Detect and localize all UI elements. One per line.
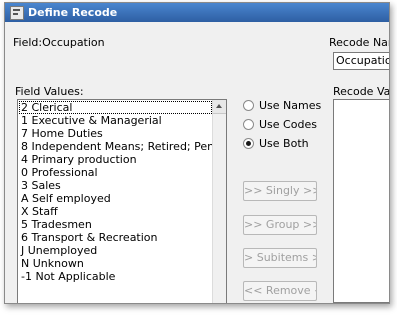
use-names-radio[interactable] [243,100,254,111]
scroll-up-arrow-icon[interactable] [213,100,226,114]
define-recode-window: Define Recode Field:Occupation Recode Na… [4,2,390,304]
field-value-item[interactable]: 0 Professional [19,166,212,179]
recode-values-label: Recode Values [333,85,389,98]
use-both-label: Use Both [259,137,309,150]
field-value-item[interactable]: X Staff [19,205,212,218]
field-values-list[interactable]: 2 Clerical 1 Executive & Managerial 7 Home… [17,99,227,303]
remove-button[interactable]: << Remove << [243,281,317,301]
field-value-item[interactable]: -1 Not Applicable [19,270,212,283]
field-value-item[interactable]: 7 Home Duties [19,127,212,140]
recode-values-list[interactable] [333,99,389,303]
field-value-item[interactable]: 3 Sales [19,179,212,192]
field-values-label: Field Values: [15,85,84,98]
use-codes-label: Use Codes [259,118,317,131]
field-value: Occupation [42,36,105,49]
field-value-item[interactable]: J Unemployed [19,244,212,257]
singly-button[interactable]: >> Singly >> [243,181,317,201]
use-both-radio[interactable] [243,138,254,149]
field-value-item[interactable]: 2 Clerical [19,101,212,114]
field-label: Field:Occupation [13,36,105,49]
subitems-button[interactable]: > Subitems > [243,248,317,268]
field-value-item[interactable]: A Self employed [19,192,212,205]
use-codes-radio[interactable] [243,119,254,130]
dialog-icon [10,6,24,20]
field-value-item[interactable]: N Unknown [19,257,212,270]
field-value-item[interactable]: 4 Primary production [19,153,212,166]
field-value-item[interactable]: 8 Independent Means; Retired; Pensioner [19,140,212,153]
use-names-label: Use Names [259,99,322,112]
field-value-item[interactable]: 5 Tradesmen [19,218,212,231]
field-value-item[interactable]: 6 Transport & Recreation [19,231,212,244]
title-bar[interactable]: Define Recode [5,3,389,22]
group-button[interactable]: >> Group >> [243,215,317,235]
recode-name-input[interactable]: Occupation [333,52,389,70]
recode-name-label: Recode Name [329,36,389,49]
field-value-item[interactable]: 1 Executive & Managerial [19,114,212,127]
list-scrollbar[interactable] [212,100,226,303]
window-title: Define Recode [28,6,118,19]
